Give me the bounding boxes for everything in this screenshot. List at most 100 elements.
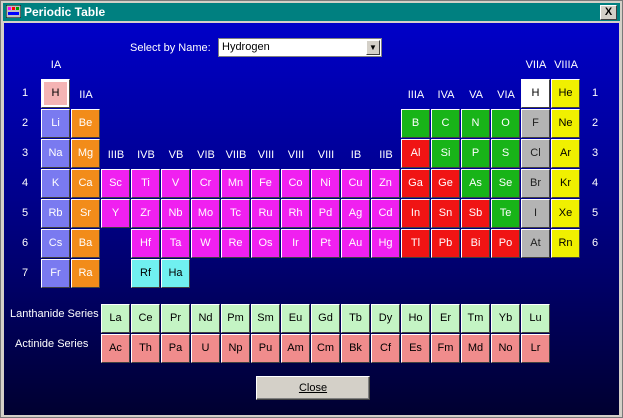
lanthanide-cell-sm[interactable]: Sm (251, 304, 280, 333)
close-button[interactable]: Close (256, 376, 370, 400)
actinide-cell-u[interactable]: U (191, 334, 220, 363)
lanthanide-cell-la[interactable]: La (101, 304, 130, 333)
element-name-dropdown[interactable]: Hydrogen ▼ (218, 38, 382, 57)
element-cell-hg[interactable]: Hg (371, 229, 400, 258)
element-cell-ha[interactable]: Ha (161, 259, 190, 288)
lanthanide-cell-eu[interactable]: Eu (281, 304, 310, 333)
element-cell-al[interactable]: Al (401, 139, 430, 168)
actinide-cell-pa[interactable]: Pa (161, 334, 190, 363)
lanthanide-cell-lu[interactable]: Lu (521, 304, 550, 333)
element-cell-re[interactable]: Re (221, 229, 250, 258)
lanthanide-cell-er[interactable]: Er (431, 304, 460, 333)
lanthanide-cell-tm[interactable]: Tm (461, 304, 490, 333)
element-cell-sb[interactable]: Sb (461, 199, 490, 228)
element-cell-mg[interactable]: Mg (71, 139, 100, 168)
lanthanide-cell-ce[interactable]: Ce (131, 304, 160, 333)
lanthanide-cell-gd[interactable]: Gd (311, 304, 340, 333)
element-cell-li[interactable]: Li (41, 109, 70, 138)
element-cell-tc[interactable]: Tc (221, 199, 250, 228)
element-cell-n[interactable]: N (461, 109, 490, 138)
element-cell-bi[interactable]: Bi (461, 229, 490, 258)
close-window-button[interactable]: X (600, 5, 617, 20)
element-cell-h[interactable]: H (521, 79, 550, 108)
element-cell-pd[interactable]: Pd (311, 199, 340, 228)
element-cell-ir[interactable]: Ir (281, 229, 310, 258)
element-cell-mn[interactable]: Mn (221, 169, 250, 198)
element-cell-kr[interactable]: Kr (551, 169, 580, 198)
element-cell-w[interactable]: W (191, 229, 220, 258)
actinide-cell-es[interactable]: Es (401, 334, 430, 363)
element-cell-xe[interactable]: Xe (551, 199, 580, 228)
lanthanide-cell-dy[interactable]: Dy (371, 304, 400, 333)
element-cell-si[interactable]: Si (431, 139, 460, 168)
element-cell-ni[interactable]: Ni (311, 169, 340, 198)
actinide-cell-cf[interactable]: Cf (371, 334, 400, 363)
element-cell-ra[interactable]: Ra (71, 259, 100, 288)
element-cell-se[interactable]: Se (491, 169, 520, 198)
element-cell-b[interactable]: B (401, 109, 430, 138)
element-cell-ga[interactable]: Ga (401, 169, 430, 198)
element-cell-zn[interactable]: Zn (371, 169, 400, 198)
element-cell-nb[interactable]: Nb (161, 199, 190, 228)
element-cell-rh[interactable]: Rh (281, 199, 310, 228)
actinide-cell-th[interactable]: Th (131, 334, 160, 363)
actinide-cell-md[interactable]: Md (461, 334, 490, 363)
lanthanide-cell-pm[interactable]: Pm (221, 304, 250, 333)
element-cell-zr[interactable]: Zr (131, 199, 160, 228)
element-cell-at[interactable]: At (521, 229, 550, 258)
element-cell-au[interactable]: Au (341, 229, 370, 258)
element-cell-v[interactable]: V (161, 169, 190, 198)
element-cell-o[interactable]: O (491, 109, 520, 138)
element-cell-fr[interactable]: Fr (41, 259, 70, 288)
actinide-cell-am[interactable]: Am (281, 334, 310, 363)
element-cell-i[interactable]: I (521, 199, 550, 228)
element-cell-ta[interactable]: Ta (161, 229, 190, 258)
element-cell-he[interactable]: He (551, 79, 580, 108)
element-cell-pb[interactable]: Pb (431, 229, 460, 258)
actinide-cell-bk[interactable]: Bk (341, 334, 370, 363)
element-cell-rf[interactable]: Rf (131, 259, 160, 288)
element-cell-be[interactable]: Be (71, 109, 100, 138)
element-cell-ne[interactable]: Ne (551, 109, 580, 138)
element-cell-co[interactable]: Co (281, 169, 310, 198)
element-cell-s[interactable]: S (491, 139, 520, 168)
element-cell-fe[interactable]: Fe (251, 169, 280, 198)
element-cell-tl[interactable]: Tl (401, 229, 430, 258)
element-cell-cs[interactable]: Cs (41, 229, 70, 258)
element-cell-te[interactable]: Te (491, 199, 520, 228)
title-bar[interactable]: Periodic Table X (3, 3, 620, 21)
lanthanide-cell-nd[interactable]: Nd (191, 304, 220, 333)
element-cell-sr[interactable]: Sr (71, 199, 100, 228)
element-cell-ru[interactable]: Ru (251, 199, 280, 228)
element-cell-f[interactable]: F (521, 109, 550, 138)
element-cell-in[interactable]: In (401, 199, 430, 228)
element-cell-mo[interactable]: Mo (191, 199, 220, 228)
element-cell-as[interactable]: As (461, 169, 490, 198)
lanthanide-cell-tb[interactable]: Tb (341, 304, 370, 333)
element-cell-c[interactable]: C (431, 109, 460, 138)
element-cell-ba[interactable]: Ba (71, 229, 100, 258)
element-cell-p[interactable]: P (461, 139, 490, 168)
element-cell-k[interactable]: K (41, 169, 70, 198)
element-cell-cl[interactable]: Cl (521, 139, 550, 168)
element-cell-na[interactable]: Na (41, 139, 70, 168)
actinide-cell-fm[interactable]: Fm (431, 334, 460, 363)
actinide-cell-pu[interactable]: Pu (251, 334, 280, 363)
actinide-cell-np[interactable]: Np (221, 334, 250, 363)
element-cell-rb[interactable]: Rb (41, 199, 70, 228)
element-cell-hf[interactable]: Hf (131, 229, 160, 258)
lanthanide-cell-pr[interactable]: Pr (161, 304, 190, 333)
element-cell-y[interactable]: Y (101, 199, 130, 228)
element-cell-po[interactable]: Po (491, 229, 520, 258)
element-cell-ca[interactable]: Ca (71, 169, 100, 198)
element-cell-ar[interactable]: Ar (551, 139, 580, 168)
element-cell-cd[interactable]: Cd (371, 199, 400, 228)
element-cell-h[interactable]: H (41, 79, 70, 108)
element-cell-ge[interactable]: Ge (431, 169, 460, 198)
element-cell-ti[interactable]: Ti (131, 169, 160, 198)
element-cell-br[interactable]: Br (521, 169, 550, 198)
actinide-cell-no[interactable]: No (491, 334, 520, 363)
actinide-cell-cm[interactable]: Cm (311, 334, 340, 363)
element-cell-cu[interactable]: Cu (341, 169, 370, 198)
element-cell-pt[interactable]: Pt (311, 229, 340, 258)
